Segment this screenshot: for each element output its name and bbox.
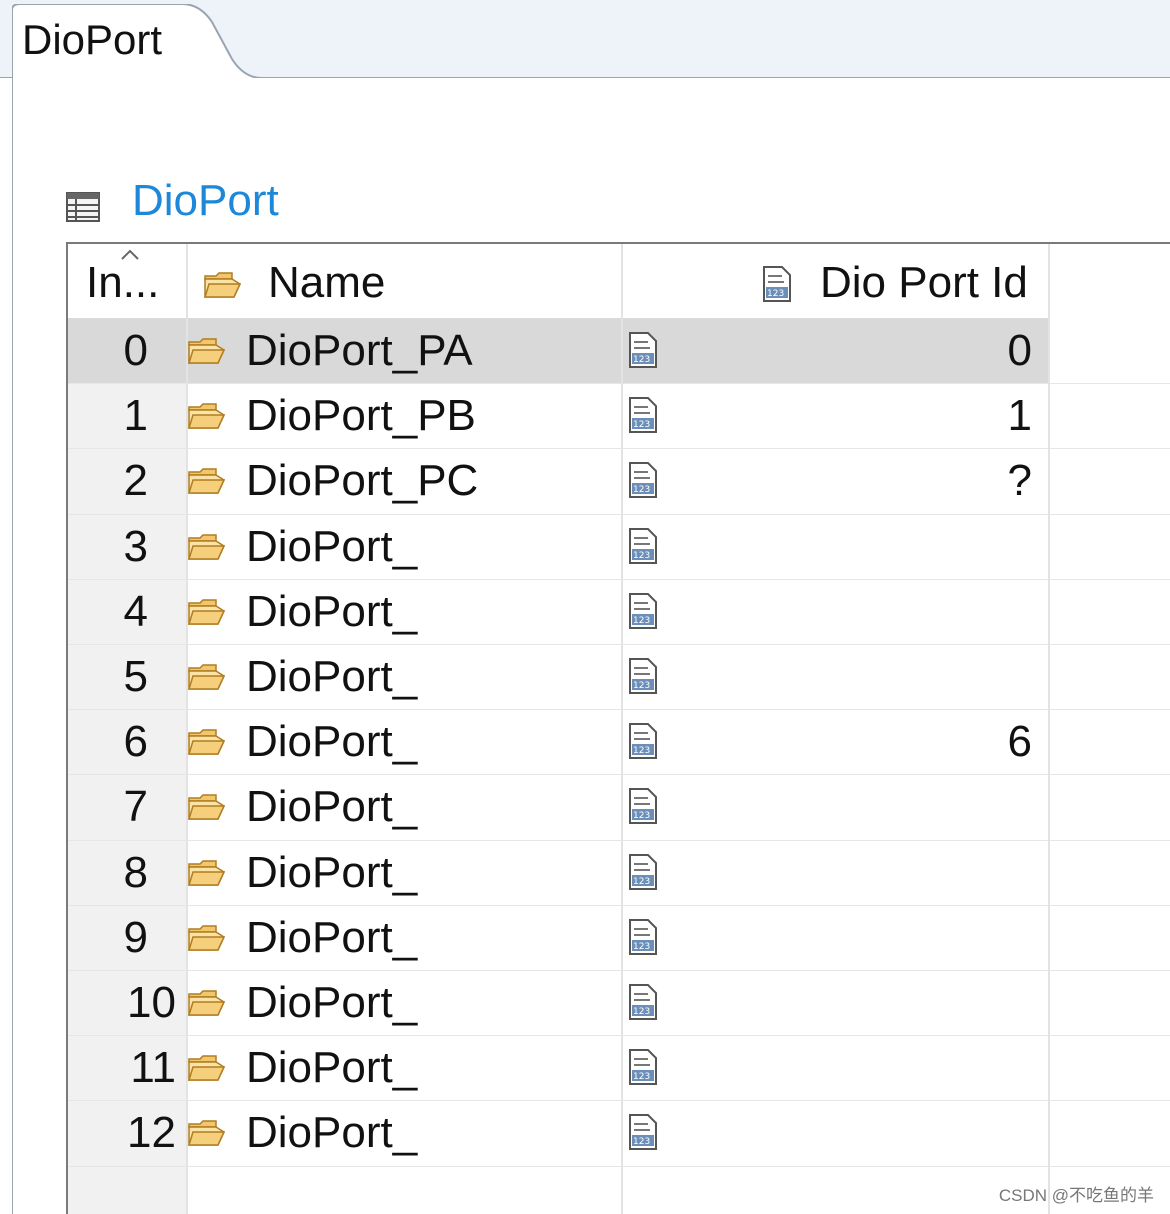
svg-text:123: 123 <box>633 420 650 430</box>
svg-text:123: 123 <box>633 355 650 365</box>
svg-text:123: 123 <box>633 811 650 821</box>
row-name[interactable]: DioPort_ <box>246 717 417 767</box>
row-index: 2 <box>123 456 148 506</box>
numeric-field-icon: 123 <box>628 397 658 438</box>
folder-icon <box>187 1120 226 1151</box>
svg-text:123: 123 <box>633 1007 650 1017</box>
section-title[interactable]: DioPort <box>132 176 279 226</box>
folder-icon <box>187 468 226 499</box>
watermark: CSDN @不吃鱼的羊 <box>998 1186 1154 1205</box>
folder-icon <box>187 1055 226 1086</box>
numeric-field-icon: 123 <box>628 723 658 764</box>
folder-icon <box>187 403 226 434</box>
numeric-field-icon: 123 <box>628 332 658 373</box>
editor-tab-strip: DioPort <box>0 0 1170 79</box>
row-index: 9 <box>123 912 148 962</box>
folder-icon <box>187 729 226 760</box>
row-name[interactable]: DioPort_ <box>246 1108 417 1158</box>
row-index: 8 <box>123 847 148 897</box>
table-row[interactable]: 7 DioPort_ 123 <box>68 774 1050 839</box>
numeric-field-icon: 123 <box>628 658 658 699</box>
header-index-label: In... <box>86 258 160 307</box>
folder-icon <box>187 990 226 1021</box>
folder-icon <box>187 794 226 825</box>
row-index: 0 <box>123 326 148 375</box>
row-index: 12 <box>127 1108 176 1158</box>
row-index: 5 <box>123 652 148 701</box>
folder-icon <box>187 925 226 956</box>
row-index: 4 <box>123 586 148 636</box>
table-row[interactable]: 11 DioPort_ 123 <box>68 1035 1050 1100</box>
row-index: 7 <box>123 782 148 832</box>
numeric-field-icon: 123 <box>628 1114 658 1155</box>
row-name[interactable]: DioPort_ <box>246 913 417 963</box>
svg-text:123: 123 <box>633 877 650 887</box>
svg-text:123: 123 <box>633 681 650 691</box>
editor-tab-label: DioPort <box>22 16 163 63</box>
numeric-field-icon: 123 <box>628 918 658 960</box>
svg-text:123: 123 <box>633 1072 650 1082</box>
table-row[interactable]: 2 DioPort_PC 123? <box>68 448 1050 513</box>
table-row[interactable]: 0 DioPort_PA 123 0 <box>68 318 1050 383</box>
row-dio-port-id[interactable]: 0 <box>928 326 1032 376</box>
svg-text:123: 123 <box>633 942 650 952</box>
column-divider <box>1048 244 1050 1214</box>
row-name[interactable]: DioPort_PA <box>246 326 473 376</box>
table-row[interactable]: 6 DioPort_ 123 6 <box>68 709 1050 774</box>
numeric-field-icon: 123 <box>628 592 658 634</box>
table-row[interactable]: 1 DioPort_PB 123 1 <box>68 383 1050 448</box>
folder-icon <box>187 859 226 891</box>
table-row[interactable]: 3 DioPort_ 123 <box>68 514 1050 579</box>
row-name[interactable]: DioPort_ <box>246 848 417 898</box>
numeric-field-icon: 123 <box>628 1049 658 1090</box>
folder-icon <box>204 272 242 298</box>
table-row[interactable]: 8 DioPort_ 123 <box>68 840 1050 905</box>
column-divider <box>186 244 188 1214</box>
row-name[interactable]: DioPort_PC <box>246 456 478 506</box>
numeric-field-icon: 123 <box>628 853 658 895</box>
row-dio-port-id[interactable]: 1 <box>928 391 1032 441</box>
row-index: 3 <box>123 521 148 571</box>
svg-text:123: 123 <box>633 746 650 756</box>
header-name-label: Name <box>268 258 386 307</box>
numeric-field-icon: 123 <box>628 984 658 1025</box>
row-divider <box>68 1165 1170 1167</box>
row-name[interactable]: DioPort_ <box>246 782 417 832</box>
numeric-field-icon: 123 <box>628 462 658 503</box>
row-name[interactable]: DioPort_ <box>246 522 417 572</box>
folder-icon <box>187 338 226 369</box>
svg-text:123: 123 <box>633 551 650 561</box>
row-name[interactable]: DioPort_ <box>246 1043 417 1093</box>
row-index: 1 <box>123 391 148 441</box>
row-name[interactable]: DioPort_ <box>246 587 417 637</box>
table-row[interactable]: 9 DioPort_ 123 <box>68 905 1050 970</box>
table-header: In... Name 123 Dio Port Id <box>68 244 1050 318</box>
folder-icon <box>187 664 226 695</box>
svg-text:123: 123 <box>633 485 650 495</box>
row-name[interactable]: DioPort_PB <box>246 391 476 441</box>
row-name[interactable]: DioPort_ <box>246 978 417 1028</box>
table-row[interactable]: 5 DioPort_ 123 <box>68 644 1050 709</box>
row-dio-port-id[interactable]: 6 <box>928 717 1032 767</box>
dioport-table: In... Name 123 Dio Port Id 0 DioPort_PA 12… <box>66 242 1170 1214</box>
row-name[interactable]: DioPort_ <box>246 652 417 702</box>
svg-text:123: 123 <box>767 289 784 299</box>
header-dio-port-id-label: Dio Port Id <box>820 258 1028 307</box>
svg-text:123: 123 <box>633 616 650 626</box>
table-icon <box>66 192 100 222</box>
column-divider <box>621 244 623 1214</box>
row-index: 10 <box>127 978 176 1027</box>
svg-text:123: 123 <box>633 1137 650 1147</box>
row-index: 11 <box>130 1043 176 1093</box>
folder-icon <box>187 533 226 565</box>
folder-icon <box>187 599 226 630</box>
table-row[interactable]: 12 DioPort_ 123 <box>68 1100 1050 1165</box>
numeric-field-icon: 123 <box>763 266 791 302</box>
table-row[interactable]: 10 DioPort_ 123 <box>68 970 1050 1035</box>
numeric-field-icon: 123 <box>628 788 658 829</box>
row-dio-port-id[interactable]: ? <box>928 456 1032 506</box>
row-index: 6 <box>123 717 148 767</box>
numeric-field-icon: 123 <box>628 527 658 569</box>
table-row[interactable]: 4 DioPort_ 123 <box>68 579 1050 644</box>
